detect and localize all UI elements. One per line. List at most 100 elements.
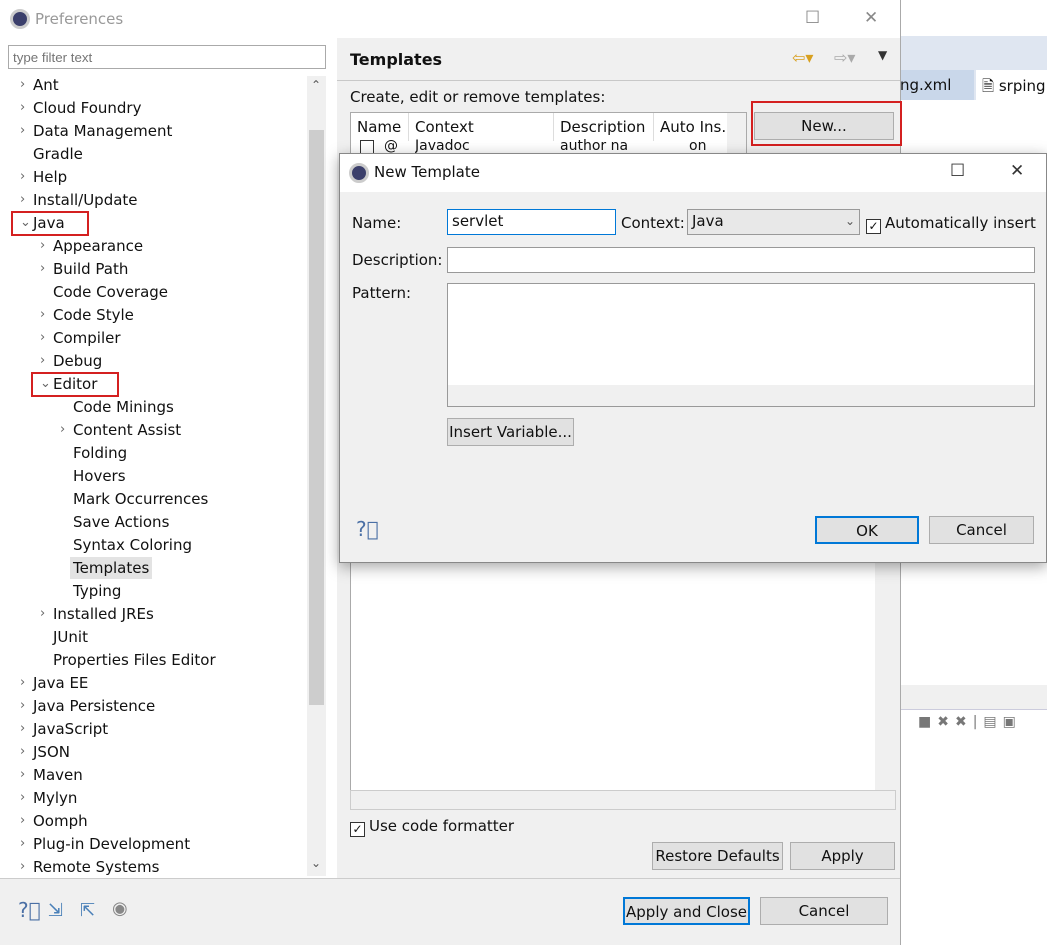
- record-icon[interactable]: ◉: [112, 898, 128, 919]
- tree-item[interactable]: Syntax Coloring: [70, 534, 195, 556]
- chevron-right-icon[interactable]: ›: [40, 353, 45, 368]
- tree-item[interactable]: Gradle: [30, 143, 86, 165]
- apply-and-close-button[interactable]: Apply and Close: [623, 897, 750, 925]
- tree-item[interactable]: Compiler: [50, 327, 124, 349]
- chevron-right-icon[interactable]: ›: [20, 790, 25, 805]
- scroll-up-icon[interactable]: ⌃: [311, 78, 321, 92]
- column-header-auto-insert[interactable]: Auto Ins.: [654, 113, 728, 141]
- column-header-description[interactable]: Description: [554, 113, 654, 141]
- tree-item[interactable]: Debug: [50, 350, 105, 372]
- row-auto-insert[interactable]: on: [689, 138, 719, 154]
- tree-item[interactable]: Oomph: [30, 810, 91, 832]
- tree-item[interactable]: Cloud Foundry: [30, 97, 144, 119]
- tree-item[interactable]: Content Assist: [70, 419, 184, 441]
- eclipse-icon: [349, 163, 369, 183]
- tree-item[interactable]: Installed JREs: [50, 603, 157, 625]
- table-hscrollbar[interactable]: [350, 790, 896, 810]
- scroll-down-icon[interactable]: ⌄: [311, 856, 321, 870]
- help-icon[interactable]: ?⃝: [356, 517, 379, 541]
- dialog-close-button[interactable]: ✕: [1010, 161, 1024, 181]
- forward-icon[interactable]: ⇨▾: [834, 48, 855, 67]
- chevron-right-icon[interactable]: ›: [20, 77, 25, 92]
- chevron-right-icon[interactable]: ›: [20, 698, 25, 713]
- auto-insert-checkbox[interactable]: ✓ Automatically insert: [866, 214, 1036, 234]
- tree-item[interactable]: Maven: [30, 764, 86, 786]
- tree-item[interactable]: Install/Update: [30, 189, 141, 211]
- maximize-button[interactable]: ☐: [805, 8, 820, 28]
- chevron-right-icon[interactable]: ›: [60, 422, 65, 437]
- tree-scrollbar-thumb[interactable]: [309, 130, 324, 705]
- tree-item[interactable]: Remote Systems: [30, 856, 162, 878]
- close-button[interactable]: ✕: [864, 8, 878, 28]
- tree-item[interactable]: Typing: [70, 580, 124, 602]
- chevron-right-icon[interactable]: ›: [20, 721, 25, 736]
- tree-item[interactable]: JSON: [30, 741, 73, 763]
- name-input[interactable]: servlet: [447, 209, 616, 235]
- chevron-right-icon[interactable]: ›: [20, 192, 25, 207]
- tree-item[interactable]: JavaScript: [30, 718, 111, 740]
- export-icon[interactable]: ⇱: [80, 900, 95, 921]
- column-header-name[interactable]: Name: [351, 113, 409, 141]
- chevron-right-icon[interactable]: ›: [20, 813, 25, 828]
- tree-item[interactable]: Java Persistence: [30, 695, 158, 717]
- insert-variable-button[interactable]: Insert Variable...: [447, 418, 574, 446]
- chevron-right-icon[interactable]: ›: [20, 767, 25, 782]
- row-checkbox[interactable]: [360, 140, 374, 154]
- tree-item[interactable]: JUnit: [50, 626, 91, 648]
- chevron-right-icon[interactable]: ›: [20, 123, 25, 138]
- chevron-right-icon[interactable]: ›: [40, 238, 45, 253]
- back-icon[interactable]: ⇦▾: [792, 48, 813, 67]
- row-description[interactable]: author na: [560, 138, 650, 154]
- tree-item[interactable]: Hovers: [70, 465, 129, 487]
- tree-item[interactable]: Code Style: [50, 304, 137, 326]
- editor-tab[interactable]: 🗎 srping.: [976, 70, 1047, 100]
- cancel-button[interactable]: Cancel: [760, 897, 888, 925]
- tree-item[interactable]: Appearance: [50, 235, 146, 257]
- tree-item[interactable]: Help: [30, 166, 70, 188]
- tree-item[interactable]: Ant: [30, 74, 62, 96]
- tree-item[interactable]: Code Minings: [70, 396, 177, 418]
- tree-item[interactable]: Build Path: [50, 258, 131, 280]
- chevron-right-icon[interactable]: ›: [20, 100, 25, 115]
- chevron-right-icon[interactable]: ›: [40, 307, 45, 322]
- apply-button[interactable]: Apply: [790, 842, 895, 870]
- preview-area: [350, 560, 875, 790]
- chevron-right-icon[interactable]: ›: [20, 836, 25, 851]
- tree-item[interactable]: Java EE: [30, 672, 91, 694]
- tree-item[interactable]: Plug-in Development: [30, 833, 193, 855]
- editor-tab[interactable]: ng.xml: [900, 70, 974, 100]
- chevron-right-icon[interactable]: ›: [40, 330, 45, 345]
- console-toolbar-icons[interactable]: ■✖✖|▤▣: [918, 714, 1022, 730]
- row-name[interactable]: @: [384, 138, 406, 154]
- chevron-right-icon[interactable]: ›: [20, 675, 25, 690]
- row-context[interactable]: Javadoc: [415, 138, 550, 154]
- tree-item[interactable]: Folding: [70, 442, 130, 464]
- chevron-right-icon[interactable]: ›: [20, 859, 25, 874]
- description-input[interactable]: [447, 247, 1035, 273]
- help-icon[interactable]: ?⃝: [18, 898, 41, 922]
- tree-item[interactable]: Templates: [70, 557, 153, 579]
- ok-button[interactable]: OK: [815, 516, 919, 544]
- chevron-right-icon[interactable]: ›: [20, 744, 25, 759]
- chevron-right-icon[interactable]: ›: [20, 169, 25, 184]
- filter-input[interactable]: [8, 45, 326, 69]
- tree-item[interactable]: Save Actions: [70, 511, 172, 533]
- column-header-context[interactable]: Context: [409, 113, 554, 141]
- pattern-hscrollbar[interactable]: [448, 385, 1034, 406]
- dialog-maximize-button[interactable]: ☐: [950, 161, 965, 181]
- dialog-cancel-button[interactable]: Cancel: [929, 516, 1034, 544]
- chevron-right-icon[interactable]: ›: [40, 606, 45, 621]
- tree-item[interactable]: Properties Files Editor: [50, 649, 219, 671]
- view-menu-icon[interactable]: ▼: [878, 48, 887, 62]
- tree-item[interactable]: Mark Occurrences: [70, 488, 211, 510]
- context-select[interactable]: Java ⌄: [687, 209, 860, 235]
- chevron-right-icon[interactable]: ›: [40, 261, 45, 276]
- tree-item[interactable]: Mylyn: [30, 787, 80, 809]
- restore-defaults-button[interactable]: Restore Defaults: [652, 842, 783, 870]
- use-code-formatter-checkbox[interactable]: ✓ Use code formatter: [350, 817, 514, 837]
- import-icon[interactable]: ⇲: [48, 900, 63, 921]
- preview-scrollbar[interactable]: [875, 560, 895, 790]
- tree-item[interactable]: Data Management: [30, 120, 175, 142]
- context-value: Java: [692, 212, 724, 230]
- tree-item[interactable]: Code Coverage: [50, 281, 171, 303]
